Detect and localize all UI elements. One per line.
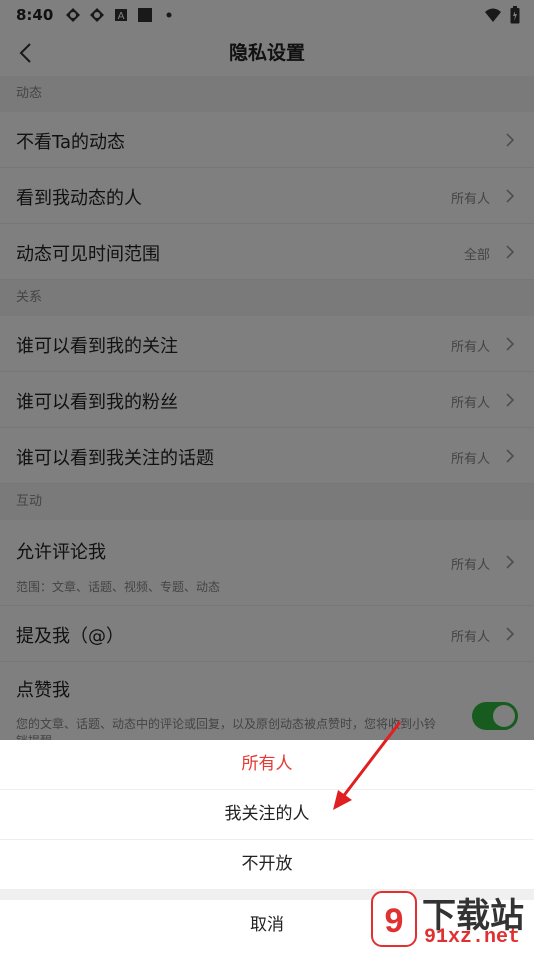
watermark: 9 下载站 91xz.net [364,886,534,950]
watermark-domain: 91xz.net [424,926,521,949]
option-people-i-follow[interactable]: 我关注的人 [0,790,534,840]
svg-text:9: 9 [385,902,404,940]
option-not-open[interactable]: 不开放 [0,840,534,890]
modal-overlay[interactable] [0,0,534,740]
option-everyone[interactable]: 所有人 [0,740,534,790]
